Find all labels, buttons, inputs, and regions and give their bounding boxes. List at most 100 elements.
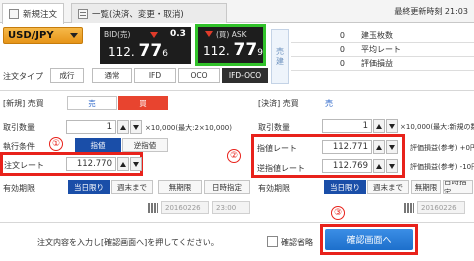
close-qty-decrease-button[interactable]	[386, 119, 398, 133]
calendar-icon[interactable]	[148, 203, 158, 213]
tab-new-order-label: 新規注文	[23, 10, 58, 20]
new-expiry-datetime[interactable]: 日時指定	[204, 180, 250, 194]
position-row: 0 評価損益	[291, 57, 474, 71]
limit-decrease-button[interactable]	[386, 140, 398, 154]
symbol-label: USD/JPY	[8, 30, 54, 41]
close-qty-input[interactable]: 1	[322, 119, 372, 133]
new-sell-button[interactable]: 売	[67, 96, 117, 110]
close-expiry-datetime[interactable]: 日時指定	[443, 180, 473, 194]
price-change: 0.3	[170, 29, 186, 39]
list-icon	[78, 8, 88, 19]
triangle-up-icon	[376, 144, 382, 150]
bid-label: BID(売)	[104, 30, 131, 39]
close-qty-increase-button[interactable]	[373, 119, 385, 133]
limit-rate-label: 指値レート	[257, 144, 297, 153]
ask-label: (買) ASK	[216, 30, 247, 39]
position-value: 0	[339, 45, 345, 54]
triangle-up-icon	[120, 161, 126, 167]
new-expiry-unlimited[interactable]: 無期限	[158, 180, 202, 194]
stop-rate-input[interactable]: 112.769	[322, 159, 372, 173]
triangle-down-icon	[389, 163, 395, 169]
triangle-up-icon	[376, 163, 382, 169]
order-type-ifd[interactable]: IFD	[134, 68, 176, 83]
marker-2: ②	[227, 149, 241, 163]
limit-pl-note: 評価損益(参考) +0円	[410, 144, 474, 152]
cond-stop-button[interactable]: 逆指値	[122, 138, 168, 152]
tab-order-list[interactable]: 一覧(決済、変更・取消)	[71, 3, 227, 23]
document-icon	[9, 9, 19, 19]
limit-increase-button[interactable]	[373, 140, 385, 154]
ask-price-suffix: 9	[257, 48, 263, 58]
new-buy-button[interactable]: 買	[118, 96, 168, 110]
new-qty-note: ×10,000(最大:2×10,000)	[145, 124, 232, 132]
bid-price-main: 77	[138, 41, 163, 61]
order-type-market[interactable]: 成行	[50, 68, 84, 83]
calendar-icon[interactable]	[404, 203, 414, 213]
stop-pl-note: 評価損益(参考) -10円	[410, 163, 474, 171]
symbol-select[interactable]: USD/JPY	[3, 27, 83, 44]
position-label: 建玉枚数	[361, 31, 393, 40]
order-type-label: 注文タイプ	[3, 72, 43, 81]
bid-price-prefix: 112.	[108, 45, 135, 59]
close-date-input[interactable]: 20160226	[417, 201, 465, 214]
position-value: 0	[339, 59, 345, 68]
stop-increase-button[interactable]	[373, 159, 385, 173]
new-qty-input[interactable]: 1	[66, 120, 116, 134]
close-expiry-label: 有効期限	[258, 184, 290, 193]
tab-order-list-label: 一覧(決済、変更・取消)	[92, 9, 184, 20]
confirm-button[interactable]: 確認画面へ	[325, 229, 413, 250]
close-expiry-unlimited[interactable]: 無期限	[411, 180, 441, 194]
qty-decrease-button[interactable]	[130, 120, 142, 134]
position-label: 評価損益	[361, 59, 393, 68]
triangle-up-icon	[120, 124, 126, 130]
sell-position-button[interactable]: 売建	[271, 29, 289, 84]
arrow-down-icon	[150, 32, 158, 38]
skip-confirm-checkbox[interactable]	[267, 236, 278, 247]
marker-3: ③	[331, 206, 345, 220]
stop-decrease-button[interactable]	[386, 159, 398, 173]
new-expiry-today[interactable]: 当日限り	[68, 180, 110, 194]
position-row: 0 平均レート	[291, 43, 474, 57]
limit-rate-input[interactable]: 112.771	[322, 140, 372, 154]
new-expiry-label: 有効期限	[3, 184, 35, 193]
new-time-input[interactable]: 23:00	[212, 201, 250, 214]
position-label: 平均レート	[361, 45, 401, 54]
cond-limit-button[interactable]: 指値	[75, 138, 121, 152]
chevron-down-icon	[70, 33, 78, 38]
order-type-normal[interactable]: 通常	[92, 68, 132, 83]
rate-increase-button[interactable]	[117, 157, 129, 171]
tab-new-order[interactable]: 新規注文	[2, 3, 64, 24]
ask-price-main: 77	[233, 40, 258, 60]
position-row: 0 建玉枚数	[291, 29, 474, 43]
ask-price-button[interactable]: (買) ASK 112. 779	[195, 24, 266, 66]
order-type-ifd-oco[interactable]: IFD-OCO	[222, 68, 268, 83]
bid-price-button[interactable]: BID(売) 0.3 112. 776	[100, 27, 191, 64]
ask-price-prefix: 112.	[203, 44, 230, 58]
triangle-down-icon	[133, 124, 139, 130]
stop-rate-label: 逆指値レート	[257, 164, 305, 173]
position-value: 0	[339, 31, 345, 40]
marker-1: ①	[49, 137, 63, 151]
position-summary: 0 建玉枚数 0 平均レート 0 評価損益	[291, 29, 474, 71]
bid-price: 112. 776	[108, 41, 168, 61]
qty-increase-button[interactable]	[117, 120, 129, 134]
divider	[0, 222, 474, 223]
new-section-title: [新規] 売買	[3, 99, 44, 108]
new-expiry-weekend[interactable]: 週末まで	[111, 180, 153, 194]
close-section-title: [決済] 売買	[258, 99, 299, 108]
close-expiry-today[interactable]: 当日限り	[324, 180, 366, 194]
ask-price: 112. 779	[203, 40, 263, 60]
close-qty-note: ×10,000(最大:新規の数量)	[400, 123, 474, 131]
close-side: 売	[325, 99, 333, 108]
close-expiry-weekend[interactable]: 週末まで	[367, 180, 409, 194]
new-rate-input[interactable]: 112.770	[66, 157, 116, 171]
order-type-oco[interactable]: OCO	[178, 68, 220, 83]
triangle-down-icon	[389, 123, 395, 129]
bid-price-suffix: 6	[162, 49, 168, 59]
new-rate-label: 注文レート	[4, 161, 44, 170]
triangle-up-icon	[376, 123, 382, 129]
new-date-input[interactable]: 20160226	[161, 201, 209, 214]
rate-decrease-button[interactable]	[130, 157, 142, 171]
triangle-down-icon	[389, 144, 395, 150]
close-qty-label: 取引数量	[258, 123, 290, 132]
